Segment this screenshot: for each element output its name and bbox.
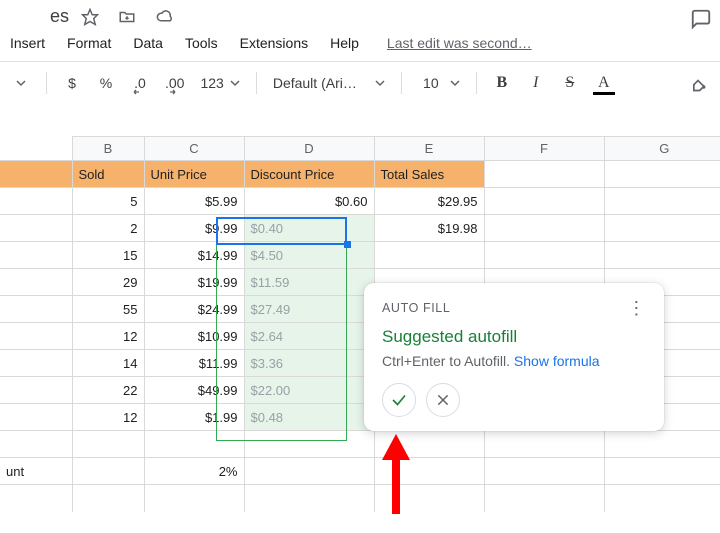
decrease-decimal-button[interactable]: .0	[131, 75, 149, 91]
header-unit-price[interactable]: Unit Price	[144, 161, 244, 188]
menu-help[interactable]: Help	[330, 35, 359, 51]
column-header-row: B C D E F G	[0, 137, 720, 161]
table-header-row: Sold Unit Price Discount Price Total Sal…	[0, 161, 720, 188]
increase-decimal-button[interactable]: .00	[165, 75, 184, 91]
col-header-f[interactable]: F	[484, 137, 604, 161]
col-header-d[interactable]: D	[244, 137, 374, 161]
header-discount-price[interactable]: Discount Price	[244, 161, 374, 188]
autofill-card-title: Suggested autofill	[382, 327, 646, 347]
close-icon	[435, 392, 451, 408]
number-format-dropdown[interactable]: 123	[200, 75, 239, 91]
table-row: unt2%	[0, 458, 720, 485]
header-total-sales[interactable]: Total Sales	[374, 161, 484, 188]
menu-extensions[interactable]: Extensions	[240, 35, 308, 51]
menu-data[interactable]: Data	[133, 35, 163, 51]
fill-handle[interactable]	[344, 241, 351, 248]
table-row	[0, 485, 720, 512]
chevron-down-icon[interactable]	[12, 78, 30, 88]
font-size-dropdown[interactable]: 10	[418, 75, 460, 91]
show-formula-link[interactable]: Show formula	[514, 353, 600, 369]
check-icon	[390, 391, 408, 409]
bold-button[interactable]: B	[493, 74, 511, 92]
header-sold[interactable]: Sold	[72, 161, 144, 188]
table-row: 15$14.99$4.50	[0, 242, 720, 269]
menu-insert[interactable]: Insert	[10, 35, 45, 51]
title-fragment: es	[50, 6, 69, 27]
table-row: 2$9.99$0.40$19.98	[0, 215, 720, 242]
italic-button[interactable]: I	[527, 74, 545, 92]
autofill-card: AUTO FILL ⋮ Suggested autofill Ctrl+Ente…	[364, 283, 664, 431]
separator	[46, 72, 47, 94]
menu-bar: Insert Format Data Tools Extensions Help…	[0, 29, 720, 62]
more-options-icon[interactable]: ⋮	[627, 299, 646, 317]
reject-autofill-button[interactable]	[426, 383, 460, 417]
col-header-c[interactable]: C	[144, 137, 244, 161]
strikethrough-button[interactable]: S	[561, 74, 579, 92]
format-percent-button[interactable]: %	[97, 75, 115, 91]
accept-autofill-button[interactable]	[382, 383, 416, 417]
table-row	[0, 431, 720, 458]
col-header-b[interactable]: B	[72, 137, 144, 161]
separator	[256, 72, 257, 94]
last-edit-link[interactable]: Last edit was second…	[387, 35, 532, 51]
font-family-dropdown[interactable]: Default (Ari…	[273, 75, 385, 91]
table-row: 5$5.99$0.60$29.95	[0, 188, 720, 215]
comment-history-icon[interactable]	[690, 8, 712, 30]
cloud-status-icon[interactable]	[155, 8, 175, 26]
autofill-card-hint: Ctrl+Enter to Autofill.	[382, 353, 514, 369]
move-to-folder-icon[interactable]	[117, 8, 137, 26]
toolbar: $ % .0 .00 123 Default (Ari… 10 B I S A	[0, 62, 720, 104]
format-currency-button[interactable]: $	[63, 75, 81, 91]
menu-format[interactable]: Format	[67, 35, 111, 51]
star-icon[interactable]	[81, 8, 99, 26]
text-color-button[interactable]: A	[595, 74, 613, 92]
separator	[401, 72, 402, 94]
separator	[476, 72, 477, 94]
menu-tools[interactable]: Tools	[185, 35, 218, 51]
fill-color-button[interactable]	[688, 73, 708, 93]
col-header-e[interactable]: E	[374, 137, 484, 161]
autofill-card-label: AUTO FILL	[382, 301, 450, 315]
col-header-g[interactable]: G	[604, 137, 720, 161]
